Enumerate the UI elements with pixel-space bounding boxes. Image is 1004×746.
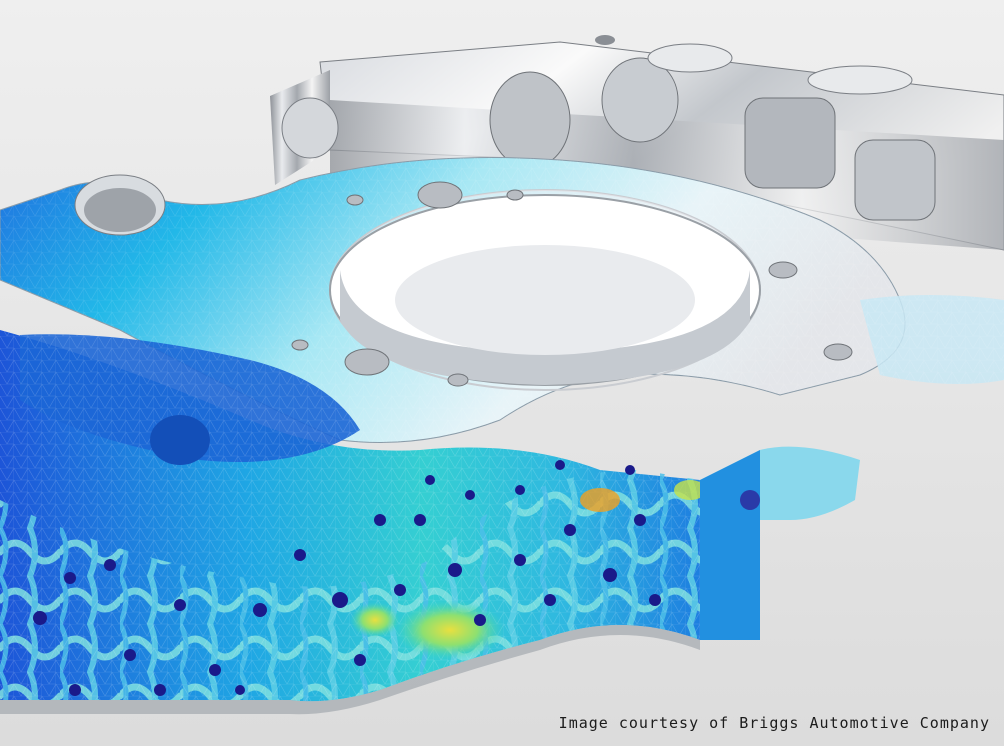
render-scene (0, 0, 1004, 746)
image-credit: Image courtesy of Briggs Automotive Comp… (558, 714, 990, 732)
